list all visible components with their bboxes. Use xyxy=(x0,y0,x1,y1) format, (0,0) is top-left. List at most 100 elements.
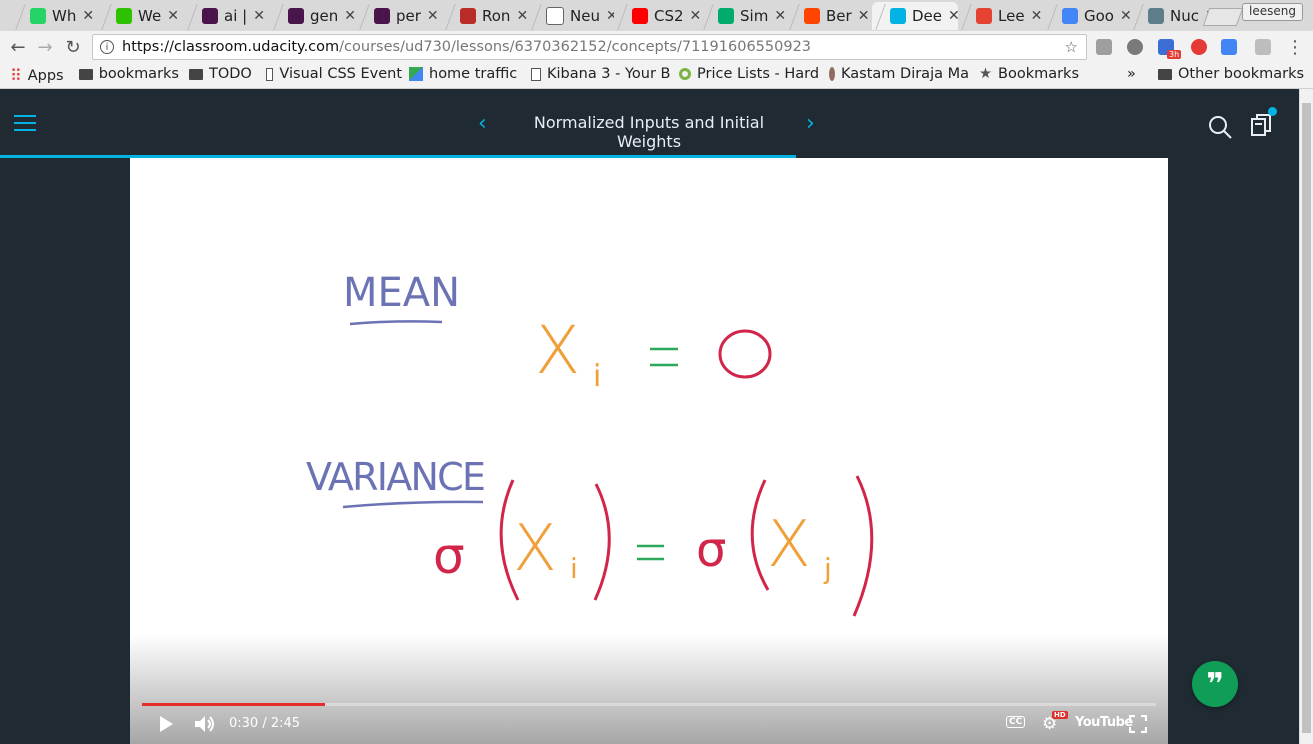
overflow-label: » xyxy=(1127,66,1136,82)
zero-symbol xyxy=(718,329,772,379)
next-concept-icon[interactable]: › xyxy=(806,111,815,136)
browser-tab[interactable]: gen ✕ xyxy=(270,2,356,30)
reload-icon[interactable]: ↻ xyxy=(62,36,84,58)
browser-tab[interactable]: Lee ✕ xyxy=(958,2,1044,30)
browser-toolbar: ← → ↻ i https://classroom.udacity.com/co… xyxy=(0,31,1313,63)
lesson-title: Normalized Inputs and Initial Weights xyxy=(533,113,765,151)
browser-tab-label: Dee xyxy=(912,7,943,25)
extension-icon[interactable] xyxy=(1255,39,1271,55)
folder-icon xyxy=(79,68,93,80)
search-icon[interactable] xyxy=(1207,114,1233,140)
profile-button[interactable]: leeseng xyxy=(1242,3,1303,21)
mean-eq-sub: i xyxy=(593,359,601,394)
bookmark-item[interactable]: home traffic xyxy=(409,66,517,82)
other-bookmarks[interactable]: Other bookmarks xyxy=(1158,66,1304,82)
translate-icon[interactable] xyxy=(1221,39,1237,55)
mean-eq-x: X xyxy=(535,312,580,389)
url-host: https://classroom.udacity.com xyxy=(122,39,340,55)
medium-icon xyxy=(718,8,734,24)
play-icon[interactable] xyxy=(158,715,174,733)
address-bar[interactable]: i https://classroom.udacity.com/courses/… xyxy=(92,34,1087,60)
variance-x-j: X xyxy=(767,508,811,582)
variance-x-i: X xyxy=(513,512,557,586)
bookmark-item[interactable]: Kastam Diraja Ma xyxy=(829,66,969,82)
bookmark-item[interactable]: Kibana 3 - Your B xyxy=(531,66,671,82)
volume-icon[interactable] xyxy=(194,714,216,734)
close-tab-icon[interactable]: ✕ xyxy=(948,8,958,24)
browser-tab[interactable]: Wh ✕ xyxy=(12,2,98,30)
bookmark-item[interactable]: Price Lists - Hard xyxy=(679,66,819,82)
slack-icon xyxy=(288,8,304,24)
bookmark-label: Kibana 3 - Your B xyxy=(547,66,671,82)
bookmark-item[interactable]: Visual CSS Event xyxy=(266,66,402,82)
bookmarks-overflow-button[interactable]: » xyxy=(1127,66,1136,82)
adblock-icon[interactable] xyxy=(1191,39,1207,55)
bookmark-item[interactable]: bookmarks xyxy=(79,66,179,82)
fullscreen-icon[interactable] xyxy=(1129,715,1147,733)
video-player[interactable]: MEAN X i VARIANCE σ X i σ X j 0:30 / 2:4… xyxy=(130,158,1168,744)
close-tab-icon[interactable]: ✕ xyxy=(516,8,528,24)
close-tab-icon[interactable]: ✕ xyxy=(690,8,700,24)
browser-tab[interactable]: ai | ✕ xyxy=(184,2,270,30)
extension-badge: 3h xyxy=(1167,50,1182,59)
video-scrubber[interactable] xyxy=(142,703,1156,706)
menu-icon[interactable]: ⋮ xyxy=(1284,36,1306,58)
menu-hamburger-icon[interactable] xyxy=(14,115,36,131)
close-tab-icon[interactable]: ✕ xyxy=(253,8,265,24)
bookmark-item[interactable]: TODO xyxy=(189,66,252,82)
variance-sub-j: j xyxy=(823,552,832,585)
site-info-icon[interactable]: i xyxy=(100,40,114,54)
quote-feedback-button[interactable]: ❞ xyxy=(1192,661,1238,707)
page-scrollbar[interactable] xyxy=(1299,89,1313,744)
page-icon xyxy=(546,7,564,25)
star-icon[interactable]: ☆ xyxy=(1065,38,1078,56)
browser-tab[interactable]: We ✕ xyxy=(98,2,184,30)
close-tab-icon[interactable]: ✕ xyxy=(1031,8,1043,24)
scrollbar-thumb[interactable] xyxy=(1302,103,1311,733)
back-icon[interactable]: ← xyxy=(7,36,29,58)
video-time: 0:30 / 2:45 xyxy=(229,716,301,731)
bookmark-label: bookmarks xyxy=(98,66,179,82)
browser-tab[interactable]: CS2 ✕ xyxy=(614,2,700,30)
browser-tab[interactable]: Ber ✕ xyxy=(786,2,872,30)
avatar-icon xyxy=(1148,8,1164,24)
bookmark-item[interactable]: ⠿ Apps xyxy=(10,66,64,85)
new-tab-button[interactable] xyxy=(1202,8,1244,26)
close-tab-icon[interactable]: ✕ xyxy=(82,8,94,24)
browser-tab[interactable]: Ron ✕ xyxy=(442,2,528,30)
slack-icon xyxy=(202,8,218,24)
page-icon xyxy=(266,67,274,81)
maps-icon xyxy=(409,67,423,81)
previous-concept-icon[interactable]: ‹ xyxy=(478,111,487,136)
close-tab-icon[interactable]: ✕ xyxy=(344,8,356,24)
close-paren xyxy=(593,483,611,601)
close-tab-icon[interactable]: ✕ xyxy=(1120,8,1130,24)
quora-icon xyxy=(460,8,476,24)
mean-label: MEAN xyxy=(343,270,460,316)
close-tab-icon[interactable]: ✕ xyxy=(167,8,179,24)
bookmark-label: Kastam Diraja Ma xyxy=(841,66,969,82)
close-tab-icon[interactable]: ✕ xyxy=(858,8,870,24)
close-tab-icon[interactable]: ✕ xyxy=(427,8,439,24)
sigma-right: σ xyxy=(696,522,726,578)
browser-tab[interactable]: Goo ✕ xyxy=(1044,2,1130,30)
browser-tab[interactable]: Dee ✕ xyxy=(872,2,958,30)
close-tab-icon[interactable]: ✕ xyxy=(774,8,786,24)
angular-extension-icon[interactable] xyxy=(1127,39,1143,55)
bookmark-item[interactable]: ★ Bookmarks xyxy=(979,66,1079,82)
browser-tab-label: gen xyxy=(310,7,339,25)
browser-tab[interactable]: per ✕ xyxy=(356,2,442,30)
browser-tab-label: Lee xyxy=(998,7,1025,25)
udacity-icon xyxy=(890,8,906,24)
youtube-logo[interactable]: YouTube xyxy=(1075,715,1133,730)
captions-button[interactable]: CC xyxy=(1006,716,1026,728)
extension-icon[interactable] xyxy=(1096,39,1112,55)
whatsapp-icon xyxy=(30,8,46,24)
quote-icon: ❞ xyxy=(1206,666,1224,702)
video-scrubber-played xyxy=(142,703,325,706)
forward-icon[interactable]: → xyxy=(34,36,56,58)
star-icon: ★ xyxy=(979,66,992,82)
browser-tab[interactable]: Sim ✕ xyxy=(700,2,786,30)
close-tab-icon[interactable]: ✕ xyxy=(606,8,614,24)
browser-tab[interactable]: Neu ✕ xyxy=(528,2,614,30)
